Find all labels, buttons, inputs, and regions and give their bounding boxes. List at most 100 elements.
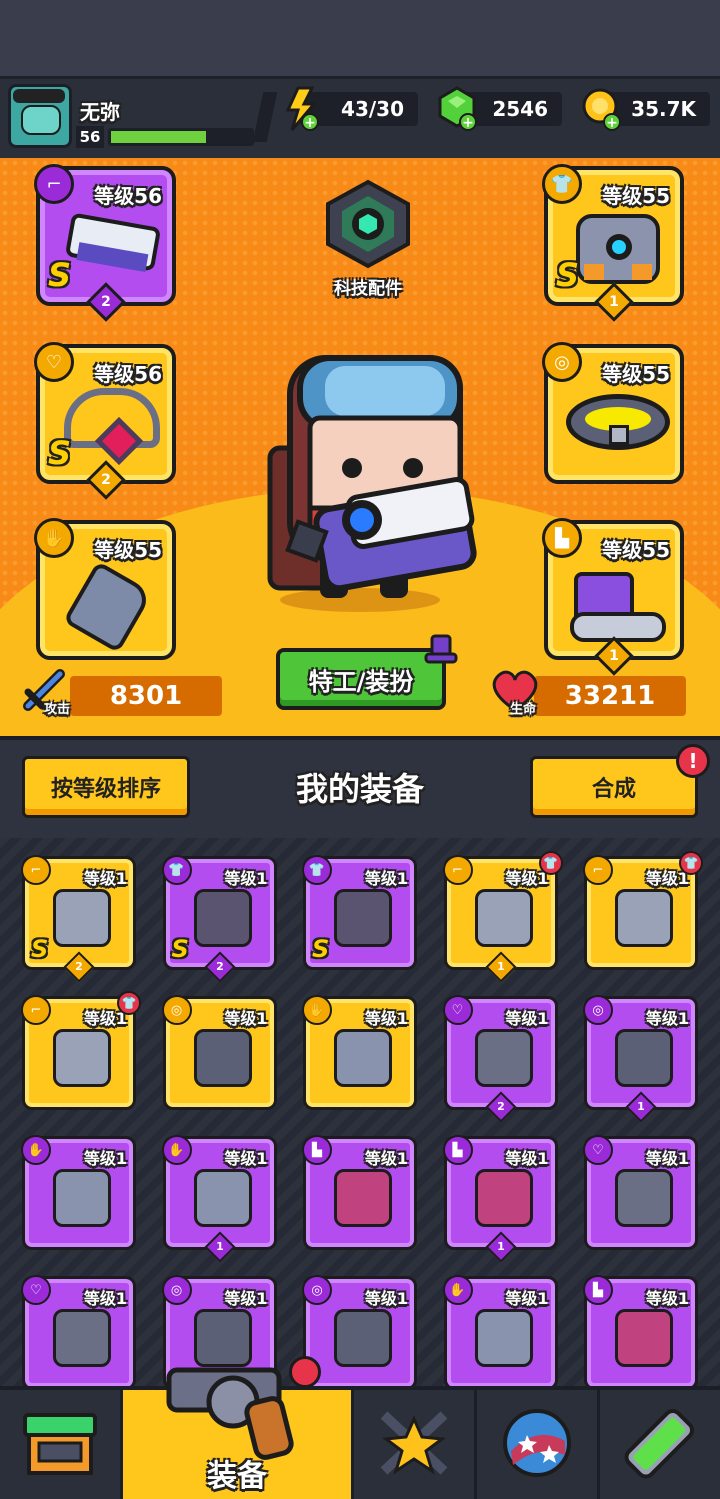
inventory-item[interactable]: 👕 等级1 S — [302, 855, 417, 970]
merge-button[interactable]: 合成 — [530, 756, 698, 818]
agent-character[interactable] — [250, 348, 480, 618]
nav-tab-world[interactable] — [477, 1390, 600, 1499]
tech-hexagon-icon — [326, 179, 410, 269]
item-art — [615, 1029, 673, 1087]
my-equipment-title: 我的装备 — [295, 770, 424, 808]
rank-s: S — [31, 935, 49, 963]
slot-gloves[interactable]: ✋ 等级55 — [34, 518, 176, 660]
xp-bar — [108, 128, 254, 146]
inventory-item[interactable]: ✋ 等级1 — [21, 1135, 136, 1250]
star-count: 1 — [484, 1231, 517, 1263]
star-count: 2 — [63, 951, 95, 983]
belt-icon: ◎ — [302, 1275, 332, 1305]
glove-icon: ✋ — [442, 1275, 473, 1305]
item-level: 等级1 — [83, 1149, 127, 1168]
inventory-item[interactable]: ♡ 等级1 2 — [442, 995, 558, 1123]
item-level: 等级1 — [364, 1009, 408, 1028]
life-value: 33211 — [534, 676, 686, 716]
inventory-item[interactable]: ♡ 等级1 — [21, 1275, 136, 1386]
item-level: 等级1 — [364, 1289, 408, 1308]
belt-icon: ◎ — [583, 995, 613, 1025]
item-art — [193, 1169, 252, 1227]
item-art — [615, 1309, 673, 1367]
slot-armor-level: 等级55 — [602, 184, 670, 208]
boot-icon: ▙ — [302, 1135, 332, 1165]
energy-bolt-icon[interactable]: + — [280, 86, 320, 132]
weapon-art — [64, 212, 162, 273]
inventory-item[interactable]: ✋ 等级1 — [302, 995, 417, 1110]
inventory-item[interactable]: 👕 等级1 S 2 — [161, 855, 277, 983]
new-item-badge — [289, 1356, 321, 1388]
energy-value: 43/30 — [341, 97, 404, 121]
rank-s: S — [556, 256, 580, 294]
nav-tab-shop[interactable] — [0, 1390, 123, 1499]
slot-boots[interactable]: ▙ 等级55 1 — [542, 518, 684, 676]
necklace-icon: ♡ — [583, 1135, 613, 1165]
agent-outfit-button[interactable]: 特工/装扮 — [276, 648, 446, 710]
inventory-item[interactable]: ⌐ 等级1 👕 — [583, 851, 703, 970]
item-art — [334, 1029, 392, 1087]
necklace-icon: ♡ — [34, 342, 74, 382]
gun-icon: ⌐ — [34, 164, 74, 204]
item-level: 等级1 — [645, 1289, 689, 1308]
star-count: 1 — [484, 951, 517, 983]
item-art — [193, 889, 252, 947]
slot-armor[interactable]: 👕 等级55 S 1 — [542, 164, 684, 322]
nav-tab-lab[interactable] — [600, 1390, 720, 1499]
star-count: 2 — [484, 1091, 517, 1123]
inventory-item[interactable]: ✋ 等级1 1 — [161, 1135, 277, 1263]
boot-icon: ▙ — [583, 1275, 613, 1305]
glove-icon: ✋ — [21, 1135, 51, 1165]
player-level: 56 — [76, 126, 104, 148]
item-level: 等级1 — [645, 1149, 689, 1168]
item-level: 等级1 — [364, 1149, 408, 1168]
rank-s: S — [48, 256, 72, 294]
inventory-item[interactable]: ▙ 等级1 — [583, 1275, 698, 1386]
item-art — [474, 1309, 533, 1367]
merge-alert-badge: ! — [676, 744, 710, 778]
tech-parts-button[interactable] — [318, 178, 418, 278]
necklace-icon: ♡ — [21, 1275, 51, 1305]
nav-tab-equipment[interactable]: 装备 — [123, 1356, 354, 1499]
player-avatar[interactable] — [8, 84, 72, 148]
slot-necklace-level: 等级56 — [94, 362, 162, 386]
rank-s: S — [48, 434, 72, 472]
crossed-swords-star-icon — [374, 1405, 454, 1485]
hat-icon — [424, 634, 458, 664]
boot-icon: ▙ — [442, 1135, 473, 1165]
inventory-item[interactable]: ▙ 等级1 1 — [442, 1135, 558, 1263]
hero-panel: 科技配件 ⌐ 等级56 S 2 ♡ 等级56 S 2 ✋ 等级55 👕 等级55… — [0, 158, 720, 736]
agent-outfit-label: 特工/装扮 — [308, 667, 414, 696]
planet-icon — [499, 1405, 575, 1485]
slot-weapon[interactable]: ⌐ 等级56 S 2 — [34, 164, 176, 322]
gem-icon[interactable]: + — [436, 86, 478, 132]
item-art — [53, 1169, 111, 1227]
inventory-item[interactable]: ◎ 等级1 — [161, 995, 277, 1110]
inventory-item[interactable]: ♡ 等级1 — [583, 1135, 698, 1250]
slot-necklace[interactable]: ♡ 等级56 S 2 — [34, 342, 176, 500]
xp-bar-fill — [111, 131, 207, 143]
item-art — [615, 889, 673, 947]
item-art — [53, 889, 111, 947]
inventory-item[interactable]: ⌐ 等级1 S 2 — [21, 855, 136, 983]
slot-belt[interactable]: ◎ 等级55 — [542, 342, 684, 484]
gun-icon: ⌐ — [442, 855, 473, 885]
sort-by-level-label: 按等级排序 — [50, 777, 161, 802]
gun-icon: ⌐ — [21, 855, 51, 885]
merge-label: 合成 — [591, 777, 636, 802]
sort-by-level-button[interactable]: 按等级排序 — [22, 756, 190, 818]
belt-art — [566, 394, 670, 450]
coins-value: 35.7K — [631, 97, 696, 121]
nav-tab-battle[interactable] — [354, 1390, 477, 1499]
inventory-item[interactable]: ▙ 等级1 — [302, 1135, 417, 1250]
inventory-item[interactable]: ✋ 等级1 — [442, 1275, 558, 1386]
item-art — [334, 889, 392, 947]
necklace-icon: ♡ — [442, 995, 473, 1025]
inventory-item[interactable]: ⌐ 等级1 1 👕 — [442, 851, 563, 983]
gun-icon: ⌐ — [21, 995, 51, 1025]
inventory-item[interactable]: ⌐ 等级1 👕 — [21, 991, 141, 1110]
inventory-item[interactable]: ◎ 等级1 1 — [583, 995, 698, 1123]
nav-equipment-label: 装备 — [207, 1459, 267, 1494]
coin-icon[interactable]: + — [580, 86, 624, 132]
inventory-grid: ⌐ 等级1 S 2 👕 等级1 S 2 👕 等级1 S ⌐ 等级1 1 👕 ⌐ 等级1 👕 ⌐ 等级1 👕 ◎ 等级1 ✋ 等级… — [0, 838, 720, 1386]
